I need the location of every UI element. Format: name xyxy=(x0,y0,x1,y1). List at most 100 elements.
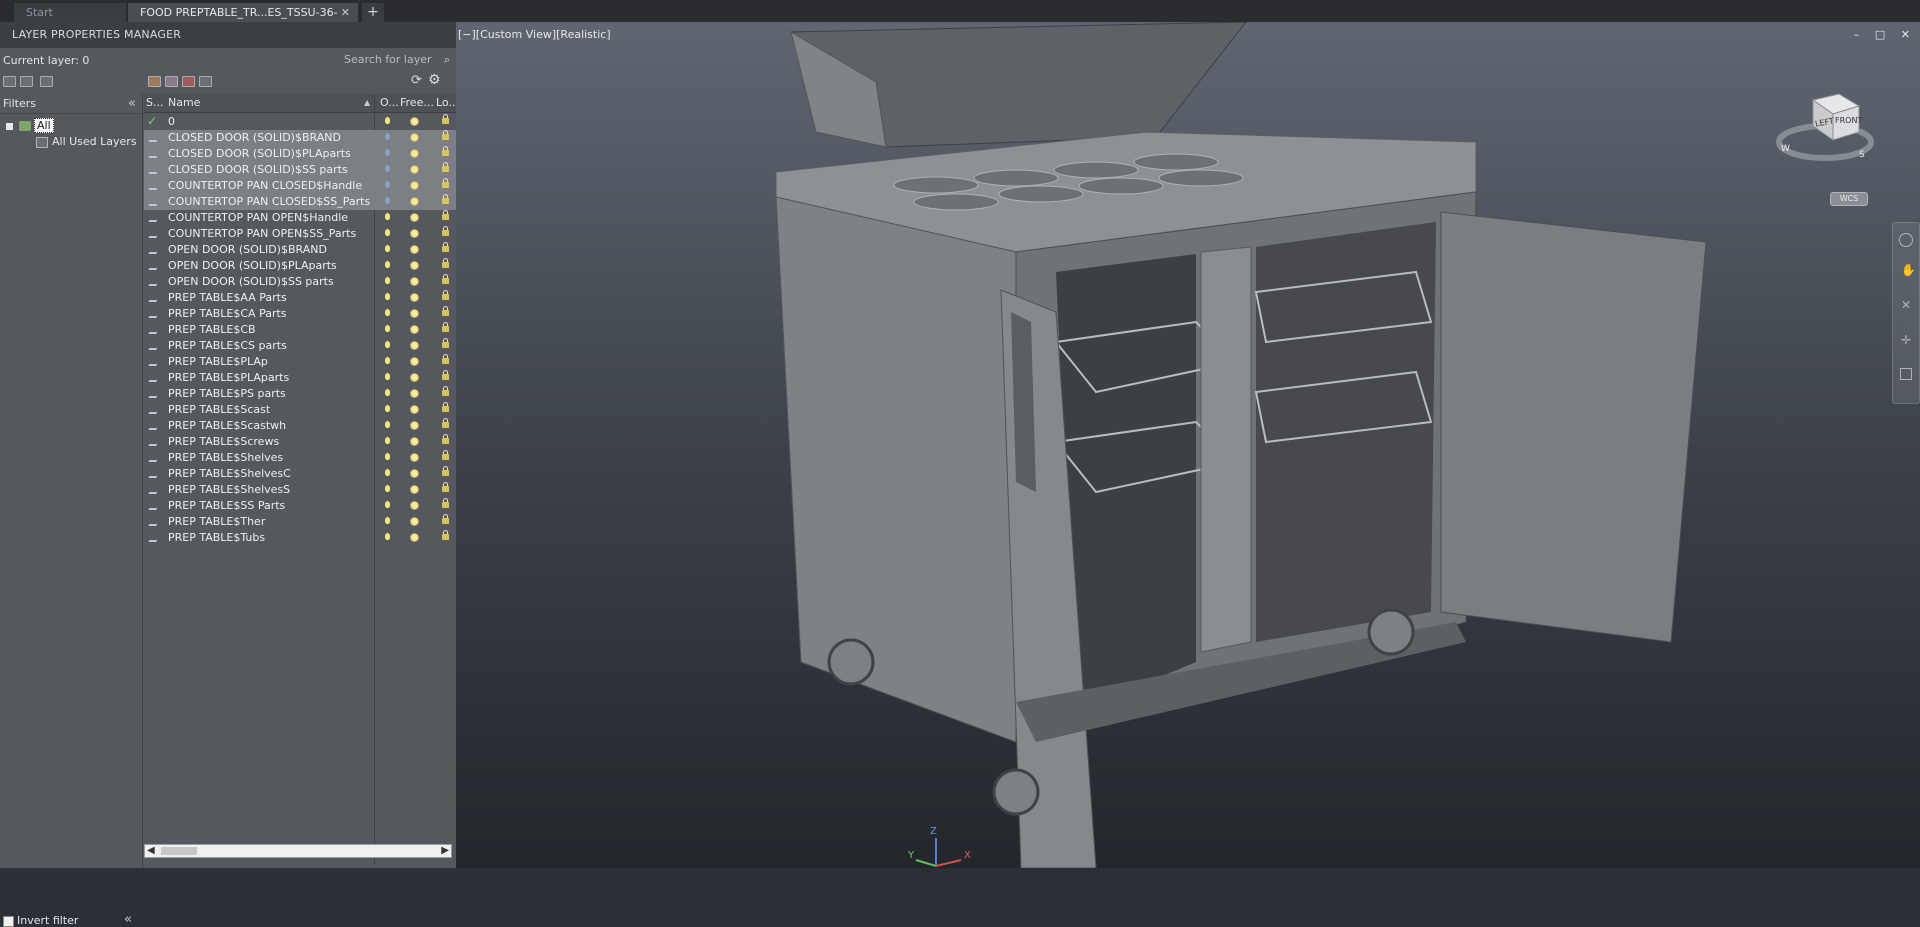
compass-s[interactable]: S xyxy=(1859,150,1865,160)
filter-tree-all[interactable]: All xyxy=(6,118,54,134)
lock-icon[interactable] xyxy=(442,450,449,460)
layer-name[interactable]: CLOSED DOOR (SOLID)$PLAparts xyxy=(168,146,351,162)
collapse-filters-icon[interactable]: « xyxy=(128,94,136,114)
layer-row[interactable]: CLOSED DOOR (SOLID)$SS parts xyxy=(144,162,456,178)
freeze-sun-icon[interactable] xyxy=(411,214,418,221)
lightbulb-on-icon[interactable] xyxy=(385,469,390,476)
freeze-sun-icon[interactable] xyxy=(411,294,418,301)
lightbulb-on-icon[interactable] xyxy=(385,245,390,252)
layer-row[interactable]: COUNTERTOP PAN OPEN$SS_Parts xyxy=(144,226,456,242)
layer-row[interactable]: PREP TABLE$AA Parts xyxy=(144,290,456,306)
lock-icon[interactable] xyxy=(442,242,449,252)
lightbulb-on-icon[interactable] xyxy=(385,373,390,380)
layer-row[interactable]: PREP TABLE$CS parts xyxy=(144,338,456,354)
collapse-bottom-icon[interactable]: « xyxy=(124,912,132,927)
lightbulb-on-icon[interactable] xyxy=(385,293,390,300)
layer-name[interactable]: PREP TABLE$ShelvesC xyxy=(168,466,291,482)
freeze-sun-icon[interactable] xyxy=(411,470,418,477)
freeze-sun-icon[interactable] xyxy=(411,310,418,317)
layer-row[interactable]: PREP TABLE$Scastwh xyxy=(144,418,456,434)
lock-icon[interactable] xyxy=(442,514,449,524)
new-group-filter-icon[interactable] xyxy=(20,76,33,87)
lightbulb-on-icon[interactable] xyxy=(385,533,390,540)
lock-icon[interactable] xyxy=(442,274,449,284)
layer-name[interactable]: PREP TABLE$Shelves xyxy=(168,450,283,466)
layer-search-input[interactable]: Search for layer ⌕ xyxy=(300,51,450,69)
layer-name[interactable]: PREP TABLE$PLAparts xyxy=(168,370,289,386)
lock-icon[interactable] xyxy=(442,402,449,412)
lightbulb-on-icon[interactable] xyxy=(385,389,390,396)
lightbulb-on-icon[interactable] xyxy=(385,501,390,508)
freeze-sun-icon[interactable] xyxy=(411,326,418,333)
lightbulb-on-icon[interactable] xyxy=(385,197,390,204)
lightbulb-on-icon[interactable] xyxy=(385,165,390,172)
lightbulb-on-icon[interactable] xyxy=(385,485,390,492)
freeze-sun-icon[interactable] xyxy=(411,438,418,445)
layer-name[interactable]: COUNTERTOP PAN OPEN$SS_Parts xyxy=(168,226,356,242)
layer-name[interactable]: COUNTERTOP PAN CLOSED$Handle xyxy=(168,178,362,194)
lock-icon[interactable] xyxy=(442,482,449,492)
lightbulb-on-icon[interactable] xyxy=(385,453,390,460)
layer-row[interactable]: COUNTERTOP PAN CLOSED$SS_Parts xyxy=(144,194,456,210)
lock-icon[interactable] xyxy=(442,498,449,508)
lock-icon[interactable] xyxy=(442,162,449,172)
model-viewport[interactable]: [−][Custom View][Realistic] – □ ✕ LEFT F… xyxy=(456,22,1920,868)
layer-name[interactable]: COUNTERTOP PAN CLOSED$SS_Parts xyxy=(168,194,370,210)
lightbulb-on-icon[interactable] xyxy=(385,213,390,220)
layer-row[interactable]: PREP TABLE$PLAp xyxy=(144,354,456,370)
lightbulb-on-icon[interactable] xyxy=(385,181,390,188)
lock-icon[interactable] xyxy=(442,226,449,236)
scrollbar-thumb[interactable] xyxy=(161,847,197,855)
lightbulb-on-icon[interactable] xyxy=(385,261,390,268)
lock-icon[interactable] xyxy=(442,434,449,444)
freeze-sun-icon[interactable] xyxy=(411,230,418,237)
layer-name[interactable]: OPEN DOOR (SOLID)$BRAND xyxy=(168,242,327,258)
tree-expand-icon[interactable] xyxy=(6,122,13,130)
layer-name[interactable]: PREP TABLE$PS parts xyxy=(168,386,286,402)
lightbulb-on-icon[interactable] xyxy=(385,341,390,348)
set-current-icon[interactable] xyxy=(199,76,212,87)
freeze-sun-icon[interactable] xyxy=(411,390,418,397)
lock-icon[interactable] xyxy=(442,178,449,188)
new-property-filter-icon[interactable] xyxy=(3,76,16,87)
new-tab-button[interactable]: + xyxy=(362,3,384,22)
lightbulb-on-icon[interactable] xyxy=(385,277,390,284)
settings-gear-icon[interactable]: ⚙ xyxy=(428,72,441,88)
freeze-sun-icon[interactable] xyxy=(411,518,418,525)
lock-icon[interactable] xyxy=(442,194,449,204)
viewcube-front[interactable]: FRONT xyxy=(1835,116,1862,125)
freeze-sun-icon[interactable] xyxy=(411,374,418,381)
lightbulb-on-icon[interactable] xyxy=(385,117,390,124)
column-status[interactable]: S... xyxy=(146,94,163,112)
lock-icon[interactable] xyxy=(442,146,449,156)
lock-icon[interactable] xyxy=(442,418,449,428)
layer-row[interactable]: COUNTERTOP PAN CLOSED$Handle xyxy=(144,178,456,194)
delete-layer-icon[interactable] xyxy=(182,76,195,87)
layer-name[interactable]: PREP TABLE$Scastwh xyxy=(168,418,286,434)
layer-row[interactable]: PREP TABLE$Shelves xyxy=(144,450,456,466)
wcs-menu[interactable]: WCS xyxy=(1830,192,1868,206)
lock-icon[interactable] xyxy=(442,322,449,332)
lightbulb-on-icon[interactable] xyxy=(385,309,390,316)
layer-row[interactable]: PREP TABLE$Scast xyxy=(144,402,456,418)
lock-icon[interactable] xyxy=(442,290,449,300)
layer-name[interactable]: PREP TABLE$Tubs xyxy=(168,530,265,546)
layer-row[interactable]: ✓ 0 xyxy=(144,114,456,130)
navigation-bar[interactable]: ✋ ✕ ✛ xyxy=(1892,222,1920,404)
invert-filter-checkbox-box[interactable] xyxy=(3,915,14,927)
lightbulb-on-icon[interactable] xyxy=(385,421,390,428)
lightbulb-on-icon[interactable] xyxy=(385,405,390,412)
layer-row[interactable]: COUNTERTOP PAN OPEN$Handle xyxy=(144,210,456,226)
freeze-sun-icon[interactable] xyxy=(411,262,418,269)
freeze-sun-icon[interactable] xyxy=(411,534,418,541)
lock-icon[interactable] xyxy=(442,466,449,476)
layer-row[interactable]: OPEN DOOR (SOLID)$PLAparts xyxy=(144,258,456,274)
freeze-sun-icon[interactable] xyxy=(411,342,418,349)
layer-row[interactable]: PREP TABLE$ShelvesC xyxy=(144,466,456,482)
lock-icon[interactable] xyxy=(442,386,449,396)
lock-icon[interactable] xyxy=(442,338,449,348)
layer-row[interactable]: PREP TABLE$CB xyxy=(144,322,456,338)
filter-tree-all-used-layers[interactable]: All Used Layers xyxy=(36,134,137,150)
scroll-left-icon[interactable]: ◀ xyxy=(147,845,155,857)
layer-row[interactable]: OPEN DOOR (SOLID)$BRAND xyxy=(144,242,456,258)
